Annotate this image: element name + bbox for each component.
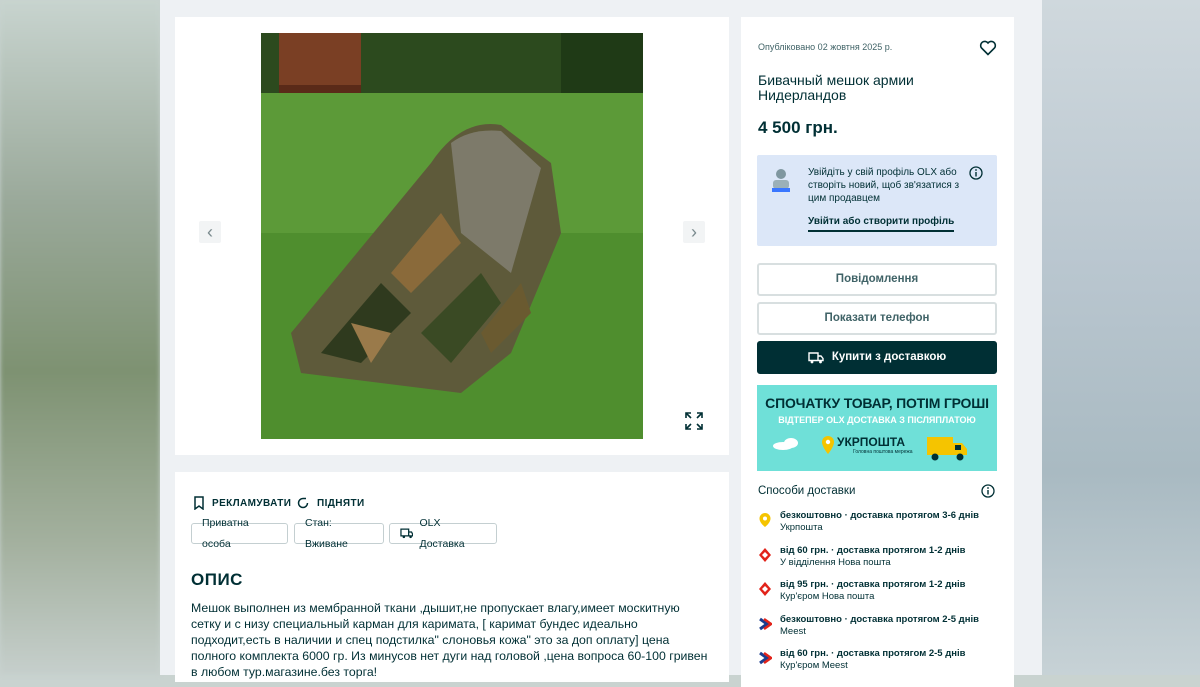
delivery-option-carrier: Meest bbox=[780, 626, 806, 637]
banner-subline: ВІДТЕПЕР OLX ДОСТАВКА З ПІСЛЯПЛАТОЮ bbox=[778, 415, 976, 425]
delivery-option-carrier: Кур'єром Нова пошта bbox=[780, 591, 875, 602]
info-icon[interactable] bbox=[981, 484, 995, 498]
listing-price: 4 500 грн. bbox=[758, 118, 838, 137]
description-text: Мешок выполнен из мембранной ткани ,дыши… bbox=[191, 601, 708, 679]
description-title: ОПИС bbox=[191, 570, 243, 589]
delivery-option-main: безкоштовно · доставка протягом 2-5 днів bbox=[780, 614, 979, 625]
tag-seller-type: Приватна особа bbox=[191, 517, 288, 550]
tag-label: Стан: Вживане bbox=[305, 516, 348, 550]
delivery-option-main: від 95 грн. · доставка протягом 1-2 днів bbox=[780, 579, 966, 590]
listing-title: Бивачный мешок армии Нидерландов bbox=[758, 72, 914, 103]
promote-label: РЕКЛАМУВАТИ bbox=[212, 497, 292, 509]
nova-poshta-icon bbox=[759, 582, 771, 596]
delivery-truck-icon bbox=[927, 437, 967, 461]
truck-icon bbox=[808, 351, 824, 363]
message-button[interactable]: Повідомлення bbox=[757, 263, 997, 296]
delivery-option-main: від 60 грн. · доставка протягом 2-5 днів bbox=[780, 648, 966, 659]
promote-button[interactable]: РЕКЛАМУВАТИ bbox=[193, 496, 291, 510]
photo-gallery: ‹ › bbox=[175, 17, 729, 455]
nova-poshta-icon bbox=[759, 548, 771, 562]
banner-logo: УКРПОШТА bbox=[837, 435, 906, 449]
delivery-option-carrier: У відділення Нова пошта bbox=[780, 557, 891, 568]
listing-photo[interactable] bbox=[261, 33, 643, 439]
published-date: Опубліковано 02 жовтня 2025 р. bbox=[758, 42, 893, 52]
background-left bbox=[0, 0, 160, 675]
delivery-option-meest-courier: від 60 грн. · доставка протягом 2-5 днів… bbox=[758, 648, 1003, 678]
gallery-prev-button[interactable]: ‹ bbox=[199, 221, 221, 243]
meest-icon bbox=[759, 617, 772, 631]
buy-button-label: Купити з доставкою bbox=[831, 351, 947, 363]
gallery-next-button[interactable]: › bbox=[683, 221, 705, 243]
promo-banner[interactable]: СПОЧАТКУ ТОВАР, ПОТІМ ГРОШІ ВІДТЕПЕР OLX… bbox=[757, 385, 997, 471]
refresh-icon bbox=[297, 497, 309, 509]
tag-condition: Стан: Вживане bbox=[294, 517, 384, 550]
delivery-option-nova-poshta-branch: від 60 грн. · доставка протягом 1-2 днів… bbox=[758, 545, 1003, 575]
delivery-option-carrier: Укрпошта bbox=[780, 522, 823, 533]
expand-icon[interactable] bbox=[683, 410, 705, 432]
tag-label: Приватна особа bbox=[202, 516, 249, 550]
delivery-option-carrier: Кур'єром Meest bbox=[780, 660, 848, 671]
truck-icon bbox=[400, 528, 414, 539]
heart-icon[interactable] bbox=[979, 39, 997, 57]
background-right bbox=[1040, 0, 1200, 675]
banner-headline: СПОЧАТКУ ТОВАР, ПОТІМ ГРОШІ bbox=[765, 395, 989, 411]
login-prompt: Увійдіть у свій профіль OLX або створіть… bbox=[757, 155, 997, 246]
cloud-icon bbox=[773, 438, 798, 450]
tag-label: OLX Доставка bbox=[419, 516, 465, 550]
ukrposhta-icon bbox=[759, 513, 771, 527]
delivery-option-nova-poshta-courier: від 95 грн. · доставка протягом 1-2 днів… bbox=[758, 579, 1003, 609]
delivery-option-main: безкоштовно · доставка протягом 3-6 днів bbox=[780, 510, 979, 521]
show-phone-button[interactable]: Показати телефон bbox=[757, 302, 997, 335]
delivery-option-ukrposhta: безкоштовно · доставка протягом 3-6 днів… bbox=[758, 510, 1003, 540]
profile-illustration-icon bbox=[772, 169, 790, 192]
buy-with-delivery-button[interactable]: Купити з доставкою bbox=[757, 341, 997, 374]
listing-sidebar: Опубліковано 02 жовтня 2025 р. Бивачный … bbox=[741, 17, 1014, 687]
raise-label: ПІДНЯТИ bbox=[317, 497, 365, 509]
meest-icon bbox=[759, 651, 772, 665]
delivery-methods-title: Способи доставки bbox=[758, 485, 856, 497]
listing-page: ‹ › РЕКЛАМУВАТИ ПІДНЯТИ Приватна особа С… bbox=[160, 0, 1042, 687]
map-pin-icon bbox=[822, 436, 834, 454]
login-link[interactable]: Увійти або створити профіль bbox=[808, 216, 955, 232]
banner-logo-subtitle: Головна поштова мережа bbox=[853, 449, 913, 455]
tag-olx-delivery: OLX Доставка bbox=[389, 517, 497, 550]
raise-button[interactable]: ПІДНЯТИ bbox=[296, 496, 365, 510]
delivery-option-meest: безкоштовно · доставка протягом 2-5 днів… bbox=[758, 614, 1003, 644]
listing-details: РЕКЛАМУВАТИ ПІДНЯТИ Приватна особа Стан:… bbox=[175, 472, 729, 682]
bookmark-icon bbox=[194, 496, 204, 510]
info-icon[interactable] bbox=[969, 166, 983, 180]
delivery-option-main: від 60 грн. · доставка протягом 1-2 днів bbox=[780, 545, 966, 556]
login-prompt-text: Увійдіть у свій профіль OLX або створіть… bbox=[808, 167, 960, 204]
